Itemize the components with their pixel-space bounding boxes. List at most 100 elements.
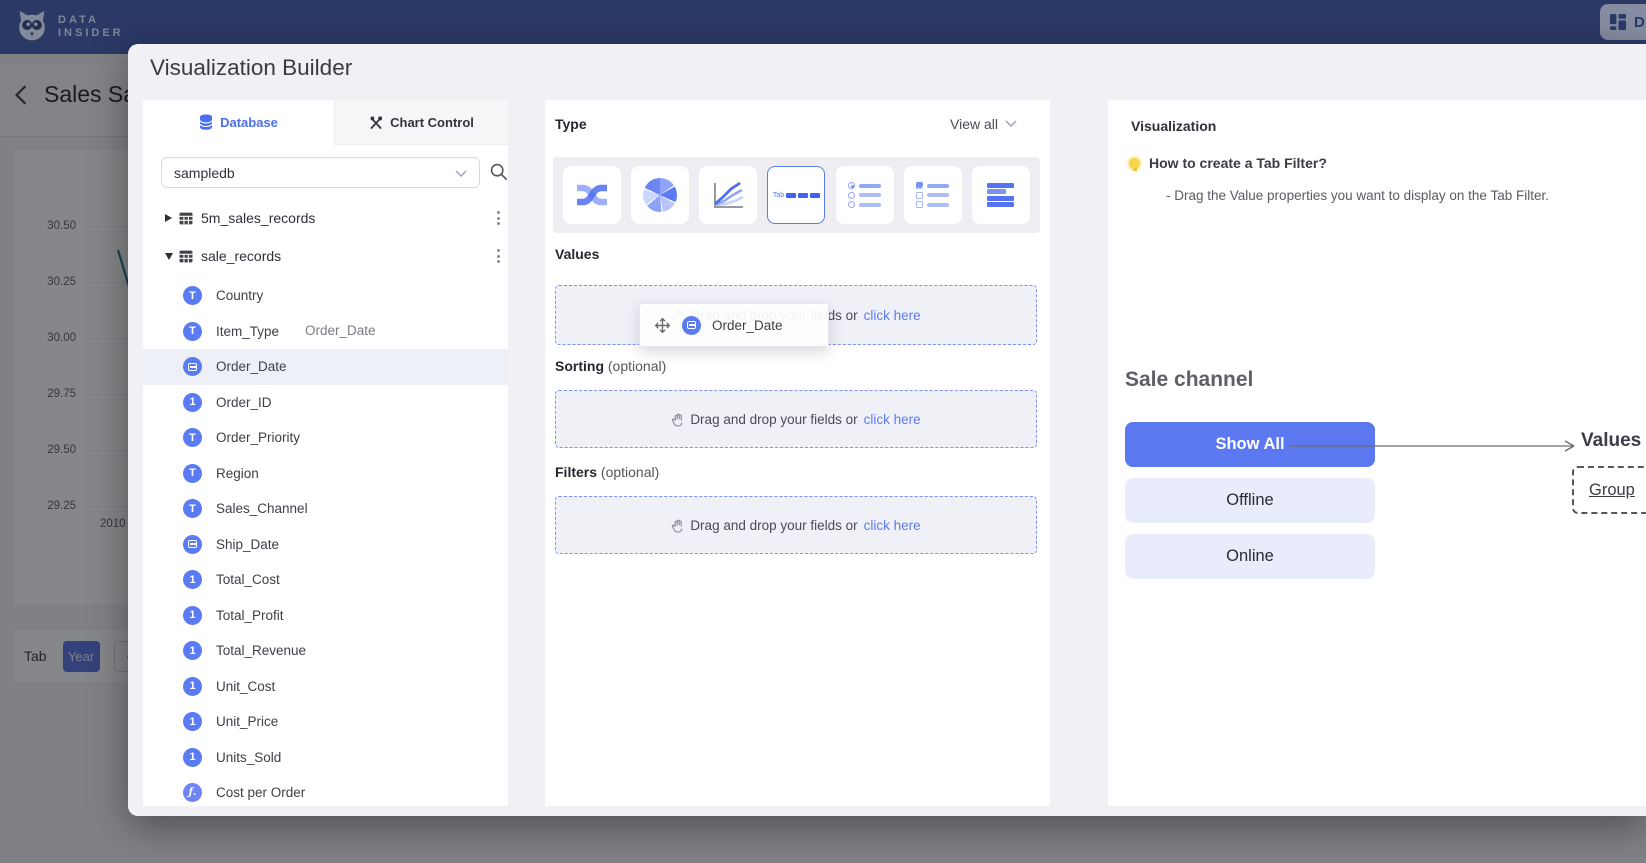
field-type-icon-text: T — [183, 322, 202, 341]
chart-type-pie[interactable] — [631, 166, 689, 224]
field-label: Order_Date — [216, 359, 287, 374]
field-item-cost-per-order[interactable]: ƒ. Cost per Order — [143, 775, 508, 806]
modal-title: Visualization Builder — [150, 55, 352, 81]
field-label: Total_Profit — [216, 608, 284, 623]
dashboard-grid-icon — [1610, 14, 1626, 30]
annotation-group-dropzone[interactable]: Group — [1572, 466, 1646, 514]
field-label: Order_ID — [216, 395, 272, 410]
chart-type-tab-filter[interactable]: Tab — [767, 166, 825, 224]
values-section-label: Values — [555, 246, 599, 262]
visualization-builder-modal: Visualization Builder Database — [128, 44, 1646, 816]
chart-type-checkbox-list[interactable] — [904, 166, 962, 224]
drag-shadow-label: Order_Date — [305, 323, 376, 338]
dropzone-placeholder: Drag and drop your fields or — [690, 518, 857, 533]
data-list-icon — [987, 181, 1014, 209]
tab-chart-control[interactable]: Chart Control — [334, 100, 508, 145]
chart-type-radio-list[interactable] — [836, 166, 894, 224]
field-label: Ship_Date — [216, 537, 279, 552]
tree-item-5m-sales-records[interactable]: 5m_sales_records — [143, 200, 508, 236]
field-label: Order_Priority — [216, 430, 300, 445]
caret-down-icon[interactable] — [165, 253, 173, 260]
dashboard-switcher-label: D — [1634, 14, 1645, 31]
field-item-country[interactable]: TCountry — [143, 278, 508, 314]
field-type-icon-number: 1 — [183, 641, 202, 660]
field-type-icon-date — [682, 316, 701, 335]
tree-item-sale-records[interactable]: sale_records — [143, 238, 508, 274]
field-item-total-revenue[interactable]: 1Total_Revenue — [143, 633, 508, 669]
field-item-unit-cost[interactable]: 1Unit_Cost — [143, 669, 508, 705]
tab-chart-control-label: Chart Control — [390, 115, 474, 130]
view-all-label: View all — [950, 116, 998, 132]
annotation-values-label: Values — [1581, 430, 1641, 452]
search-icon[interactable] — [490, 163, 508, 186]
field-item-order-id[interactable]: 1 Order_ID — [143, 385, 508, 421]
database-panel: Database Chart Control sampledb — [143, 100, 508, 806]
field-item-unit-price[interactable]: 1 Unit_Price — [143, 704, 508, 740]
field-label: Sales_Channel — [216, 501, 308, 516]
preview-title: Sale channel — [1125, 368, 1253, 392]
field-label: Total_Cost — [216, 572, 280, 587]
tab-database[interactable]: Database — [143, 100, 334, 145]
field-list: TCountryTItem_TypeOrder_Date1Order_IDTOr… — [143, 278, 508, 806]
field-label: Cost per Order — [216, 785, 305, 800]
click-here-link[interactable]: click here — [864, 412, 921, 427]
database-select[interactable]: sampledb — [161, 157, 480, 188]
field-type-icon-function: ƒ. — [183, 783, 202, 802]
chart-type-sankey[interactable] — [563, 166, 621, 224]
field-label: Unit_Price — [216, 714, 278, 729]
tab-filter-icon: Tab — [773, 192, 820, 199]
chart-type-strip: Tab — [553, 157, 1040, 233]
owl-logo-icon — [16, 9, 48, 44]
field-label: Units_Sold — [216, 750, 281, 765]
tab-database-label: Database — [220, 115, 278, 130]
field-type-icon-number: 1 — [183, 393, 202, 412]
field-item-ship-date[interactable]: Ship_Date — [143, 527, 508, 563]
database-search-row: sampledb — [161, 157, 501, 188]
checkbox-list-icon — [916, 180, 949, 211]
field-item-total-profit[interactable]: 1Total_Profit — [143, 598, 508, 634]
dashboard-switcher-button[interactable]: D — [1600, 4, 1646, 40]
left-panel-tabs: Database Chart Control — [143, 100, 508, 145]
chart-type-data-list[interactable] — [972, 166, 1030, 224]
app-root: Sales Sa 30.5030.2530.0029.7529.5029.25 … — [0, 0, 1646, 863]
field-item-sales-channel[interactable]: T Sales_Channel — [143, 491, 508, 527]
sorting-dropzone[interactable]: Drag and drop your fields or click here — [555, 390, 1037, 448]
caret-right-icon[interactable] — [165, 214, 172, 222]
brand-logo: DATA INSIDER — [16, 9, 124, 44]
field-item-units-sold[interactable]: 1Units_Sold — [143, 740, 508, 776]
view-all-dropdown[interactable]: View all — [950, 116, 1017, 132]
line-chart-icon — [710, 180, 746, 210]
field-label: Unit_Cost — [216, 679, 275, 694]
kebab-menu-icon[interactable] — [493, 245, 504, 267]
field-type-icon-date — [183, 535, 202, 554]
kebab-menu-icon[interactable] — [493, 207, 504, 229]
chart-type-line[interactable] — [699, 166, 757, 224]
sankey-icon — [574, 181, 610, 209]
channel-option-offline[interactable]: Offline — [1125, 478, 1375, 523]
annotation-group-label: Group — [1589, 481, 1635, 500]
field-item-region[interactable]: TRegion — [143, 456, 508, 492]
drag-hand-icon — [671, 412, 684, 427]
table-icon — [179, 212, 193, 225]
field-type-icon-text: T — [183, 428, 202, 447]
tree-item-label: sale_records — [201, 248, 281, 264]
filters-section-label: Filters (optional) — [555, 464, 659, 480]
tip-title: How to create a Tab Filter? — [1149, 155, 1327, 171]
drag-ghost-order-date[interactable]: Order_Date — [639, 303, 829, 347]
visualization-header: Visualization — [1131, 118, 1216, 134]
sorting-section-label: Sorting (optional) — [555, 358, 666, 374]
filters-dropzone[interactable]: Drag and drop your fields or click here — [555, 496, 1037, 554]
field-label: Country — [216, 288, 263, 303]
click-here-link[interactable]: click here — [864, 518, 921, 533]
database-icon — [199, 114, 213, 131]
field-type-icon-text: T — [183, 499, 202, 518]
field-type-icon-number: 1 — [183, 712, 202, 731]
field-type-icon-number: 1 — [183, 570, 202, 589]
field-item-order-priority[interactable]: T Order_Priority — [143, 420, 508, 456]
field-item-total-cost[interactable]: 1 Total_Cost — [143, 562, 508, 598]
channel-option-online[interactable]: Online — [1125, 534, 1375, 579]
field-label: Item_Type — [216, 324, 279, 339]
chevron-down-icon — [455, 165, 467, 181]
click-here-link[interactable]: click here — [864, 308, 921, 323]
field-item-order-date[interactable]: Order_Date — [143, 349, 508, 385]
